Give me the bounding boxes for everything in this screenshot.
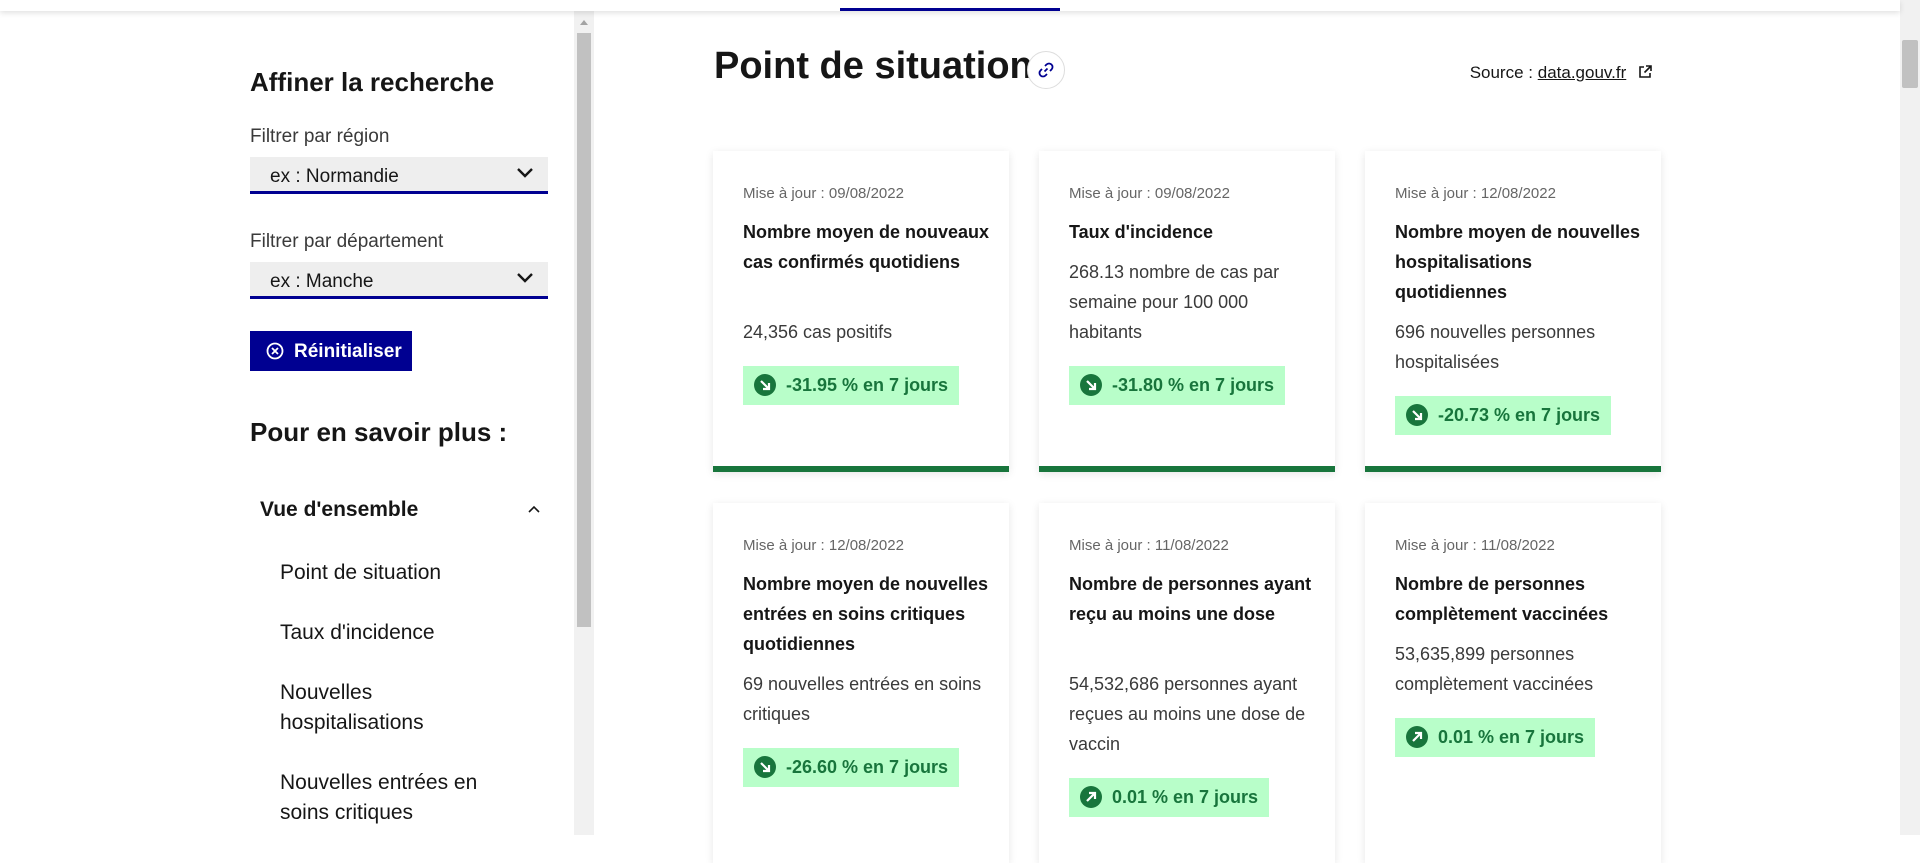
trend-text: 0.01 % en 7 jours [1112,787,1259,807]
chevron-down-icon [517,273,533,283]
card-title: Nombre moyen de nouveaux cas confirmés q… [743,222,990,272]
card-update-date: Mise à jour : 09/08/2022 [743,185,904,202]
sidebar-scrollbar[interactable] [574,11,594,835]
stat-card-one-dose: Mise à jour : 11/08/2022 Nombre de perso… [1039,503,1335,863]
card-update-date: Mise à jour : 11/08/2022 [1069,537,1229,554]
stat-card-new-cases: Mise à jour : 09/08/2022 Nombre moyen de… [713,151,1009,472]
card-bottom-border [1039,466,1335,472]
card-title: Nombre de personnes complètement vacciné… [1395,574,1609,624]
card-update-date: Mise à jour : 12/08/2022 [743,537,904,554]
card-value: 268.13 nombre de cas par semaine pour 10… [1069,262,1280,342]
trend-badge: 0.01 % en 7 jours [1069,778,1270,817]
trend-text: 0.01 % en 7 jours [1438,727,1585,747]
sidebar-scrollbar-thumb[interactable] [577,33,591,627]
sidebar-item-point-de-situation[interactable]: Point de situation [280,558,520,588]
card-title: Nombre moyen de nouvelles entrées en soi… [743,574,989,654]
source-prefix: Source : [1469,63,1533,82]
site-header [0,0,1900,11]
arrow-down-right-icon [1406,404,1428,426]
stat-card-incidence: Mise à jour : 09/08/2022 Taux d'incidenc… [1039,151,1335,472]
arrow-down-right-icon [754,756,776,778]
sidebar-item-soins-critiques[interactable]: Nouvelles entrées en soins critiques [280,768,520,828]
close-circle-icon [266,342,284,360]
card-title: Nombre moyen de nouvelles hospitalisatio… [1395,222,1641,302]
arrow-up-right-icon [1080,786,1102,808]
sidebar-item-taux-incidence[interactable]: Taux d'incidence [280,618,520,648]
trend-badge: -26.60 % en 7 jours [743,748,960,787]
region-select[interactable]: ex : Normandie [250,157,548,194]
card-update-date: Mise à jour : 12/08/2022 [1395,185,1556,202]
card-bottom-border [1365,466,1661,472]
department-select[interactable]: ex : Manche [250,262,548,299]
card-value: 53,635,899 personnes complètement vaccin… [1395,644,1594,694]
stat-card-hospitalisations: Mise à jour : 12/08/2022 Nombre moyen de… [1365,151,1661,472]
card-value: 54,532,686 personnes ayant reçues au moi… [1069,674,1306,754]
trend-text: -31.80 % en 7 jours [1112,375,1275,395]
card-value: 696 nouvelles personnes hospitalisées [1395,322,1596,372]
arrow-up-right-icon [1406,726,1428,748]
chevron-up-icon [528,505,540,513]
link-icon [1038,62,1054,78]
main-content: Point de situation Source : data.gouv.fr… [594,11,1900,863]
department-select-value: ex : Manche [270,271,374,292]
learn-more-title: Pour en savoir plus : [250,417,508,447]
page-scrollbar-thumb[interactable] [1902,40,1918,88]
sidebar: Affiner la recherche Filtrer par région … [0,11,574,835]
sidebar-title: Affiner la recherche [250,67,495,97]
chevron-down-icon [517,168,533,178]
scroll-up-arrow-icon[interactable] [578,17,590,27]
reset-button-label: Réinitialiser [294,341,402,362]
accordion-overview[interactable]: Vue d'ensemble [260,498,540,538]
card-title: Nombre de personnes ayant reçu au moins … [1069,574,1312,624]
source-link[interactable]: data.gouv.fr [1538,63,1627,82]
page-title: Point de situation [714,45,1033,87]
reset-button[interactable]: Réinitialiser [250,331,412,371]
region-filter-label: Filtrer par région [250,126,390,147]
trend-text: -20.73 % en 7 jours [1438,405,1601,425]
stat-card-fully-vaccinated: Mise à jour : 11/08/2022 Nombre de perso… [1365,503,1661,863]
active-nav-indicator [840,8,1060,11]
page-scrollbar[interactable] [1900,0,1920,835]
arrow-down-right-icon [1080,374,1102,396]
copy-link-button[interactable] [1027,51,1065,89]
trend-badge: -20.73 % en 7 jours [1395,396,1612,435]
accordion-overview-label: Vue d'ensemble [260,498,419,521]
source-line: Source : data.gouv.fr [1470,63,1653,83]
card-update-date: Mise à jour : 09/08/2022 [1069,185,1230,202]
card-title: Taux d'incidence [1069,222,1213,242]
trend-badge: -31.95 % en 7 jours [743,366,960,405]
stat-card-critical-care: Mise à jour : 12/08/2022 Nombre moyen de… [713,503,1009,863]
external-link-icon [1639,65,1652,78]
department-filter-label: Filtrer par département [250,231,444,252]
sidebar-item-nouvelles-hospitalisations[interactable]: Nouvelles hospitalisations [280,678,520,738]
trend-text: -31.95 % en 7 jours [786,375,949,395]
arrow-down-right-icon [754,374,776,396]
card-value: 69 nouvelles entrées en soins critiques [743,674,982,724]
card-update-date: Mise à jour : 11/08/2022 [1395,537,1555,554]
trend-badge: -31.80 % en 7 jours [1069,366,1286,405]
trend-text: -26.60 % en 7 jours [786,757,949,777]
trend-badge: 0.01 % en 7 jours [1395,718,1596,757]
region-select-value: ex : Normandie [270,166,399,187]
card-value: 24,356 cas positifs [743,322,893,342]
card-bottom-border [713,466,1009,472]
